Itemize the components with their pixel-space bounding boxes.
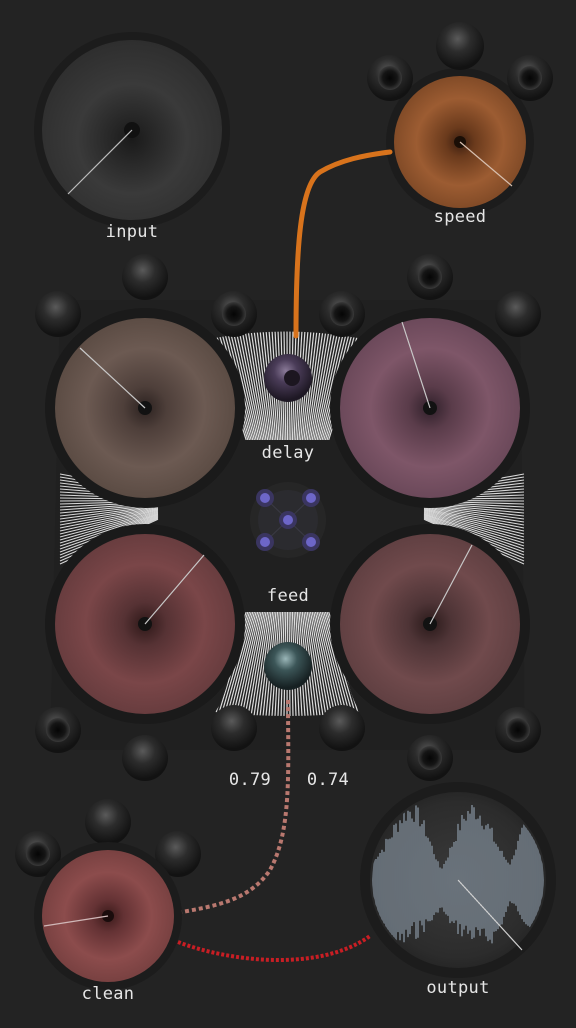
readout-left: 0.79	[229, 770, 271, 790]
delay-right-knob[interactable]	[330, 308, 530, 508]
jack-feed-out-right[interactable]	[319, 705, 365, 751]
matrix-node-center[interactable]	[279, 511, 297, 529]
matrix-node-bottom-left[interactable]	[256, 533, 274, 551]
clean-label: clean	[82, 984, 135, 1004]
jack-upper-right[interactable]	[495, 291, 541, 337]
matrix-node-bottom-right[interactable]	[302, 533, 320, 551]
output-label: output	[426, 978, 489, 998]
feed-right-knob[interactable]	[330, 524, 530, 724]
matrix-node-top-right[interactable]	[302, 489, 320, 507]
jack-lower-left[interactable]	[35, 707, 81, 753]
input-label: input	[106, 222, 159, 242]
input-knob[interactable]	[34, 32, 230, 228]
feed-left-knob[interactable]	[45, 524, 245, 724]
jack-lower-right[interactable]	[495, 707, 541, 753]
red-cable	[178, 936, 370, 960]
jack-bottom-right[interactable]	[407, 735, 453, 781]
routing-matrix[interactable]	[250, 482, 326, 558]
feed-plug[interactable]	[264, 642, 312, 690]
speed-jack-left[interactable]	[367, 55, 413, 101]
jack-top-left[interactable]	[122, 254, 168, 300]
output-scope[interactable]	[360, 782, 556, 978]
delay-plug[interactable]	[264, 354, 312, 402]
readout-right: 0.74	[307, 770, 349, 790]
jack-top-right[interactable]	[407, 254, 453, 300]
patch-panel-graphics	[0, 0, 576, 1024]
clean-knob[interactable]	[34, 842, 182, 990]
jack-delay-in-right[interactable]	[319, 291, 365, 337]
delay-left-knob[interactable]	[45, 308, 245, 508]
feed-label: feed	[267, 586, 309, 606]
speed-label: speed	[434, 207, 487, 227]
speed-jack-top[interactable]	[436, 22, 484, 70]
matrix-node-top-left[interactable]	[256, 489, 274, 507]
speed-jack-right[interactable]	[507, 55, 553, 101]
clean-jack-top[interactable]	[85, 799, 131, 845]
jack-upper-left[interactable]	[35, 291, 81, 337]
patch-panel: input speed delay feed 0.79 0.74 clean o…	[0, 0, 576, 1024]
jack-feed-out-left[interactable]	[211, 705, 257, 751]
jack-bottom-left[interactable]	[122, 735, 168, 781]
delay-label: delay	[262, 443, 315, 463]
jack-delay-in-left[interactable]	[211, 291, 257, 337]
